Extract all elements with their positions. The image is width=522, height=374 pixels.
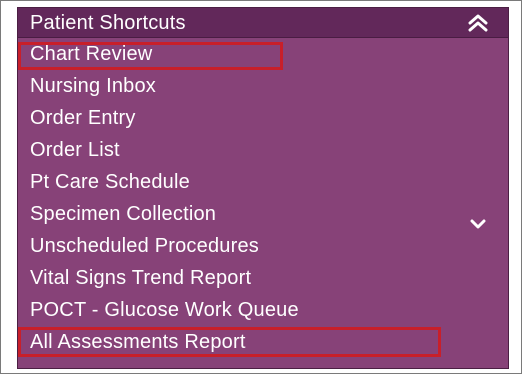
shortcut-item-chart-review[interactable]: Chart Review (18, 38, 508, 70)
shortcut-item-order-entry[interactable]: Order Entry (18, 102, 508, 134)
patient-shortcuts-panel: Patient Shortcuts Chart Review Nursing I… (17, 7, 509, 369)
screenshot-frame: Patient Shortcuts Chart Review Nursing I… (0, 0, 522, 374)
shortcut-item-label: Pt Care Schedule (30, 171, 190, 193)
shortcut-item-label: Chart Review (30, 43, 153, 65)
double-chevron-up-icon[interactable] (466, 12, 490, 34)
shortcut-list: Chart Review Nursing Inbox Order Entry O… (18, 38, 508, 358)
shortcut-item-order-list[interactable]: Order List (18, 134, 508, 166)
panel-header: Patient Shortcuts (18, 8, 508, 38)
shortcut-item-vital-signs-trend-report[interactable]: Vital Signs Trend Report (18, 262, 508, 294)
shortcut-item-label: Unscheduled Procedures (30, 235, 259, 257)
shortcut-item-label: Order Entry (30, 107, 136, 129)
shortcut-item-all-assessments-report[interactable]: All Assessments Report (18, 326, 508, 358)
shortcut-item-label: Vital Signs Trend Report (30, 267, 252, 289)
shortcut-item-unscheduled-procedures[interactable]: Unscheduled Procedures (18, 230, 508, 262)
shortcut-item-label: Nursing Inbox (30, 75, 156, 97)
shortcut-item-specimen-collection[interactable]: Specimen Collection (18, 198, 508, 230)
chevron-down-icon[interactable] (470, 208, 486, 229)
shortcut-item-label: Specimen Collection (30, 203, 217, 225)
shortcut-item-label: POCT - Glucose Work Queue (30, 299, 299, 321)
panel-title: Patient Shortcuts (30, 12, 186, 34)
shortcut-item-label: All Assessments Report (30, 331, 246, 353)
shortcut-item-nursing-inbox[interactable]: Nursing Inbox (18, 70, 508, 102)
shortcut-item-poct-glucose-work-queue[interactable]: POCT - Glucose Work Queue (18, 294, 508, 326)
shortcut-item-label: Order List (30, 139, 120, 161)
shortcut-item-pt-care-schedule[interactable]: Pt Care Schedule (18, 166, 508, 198)
